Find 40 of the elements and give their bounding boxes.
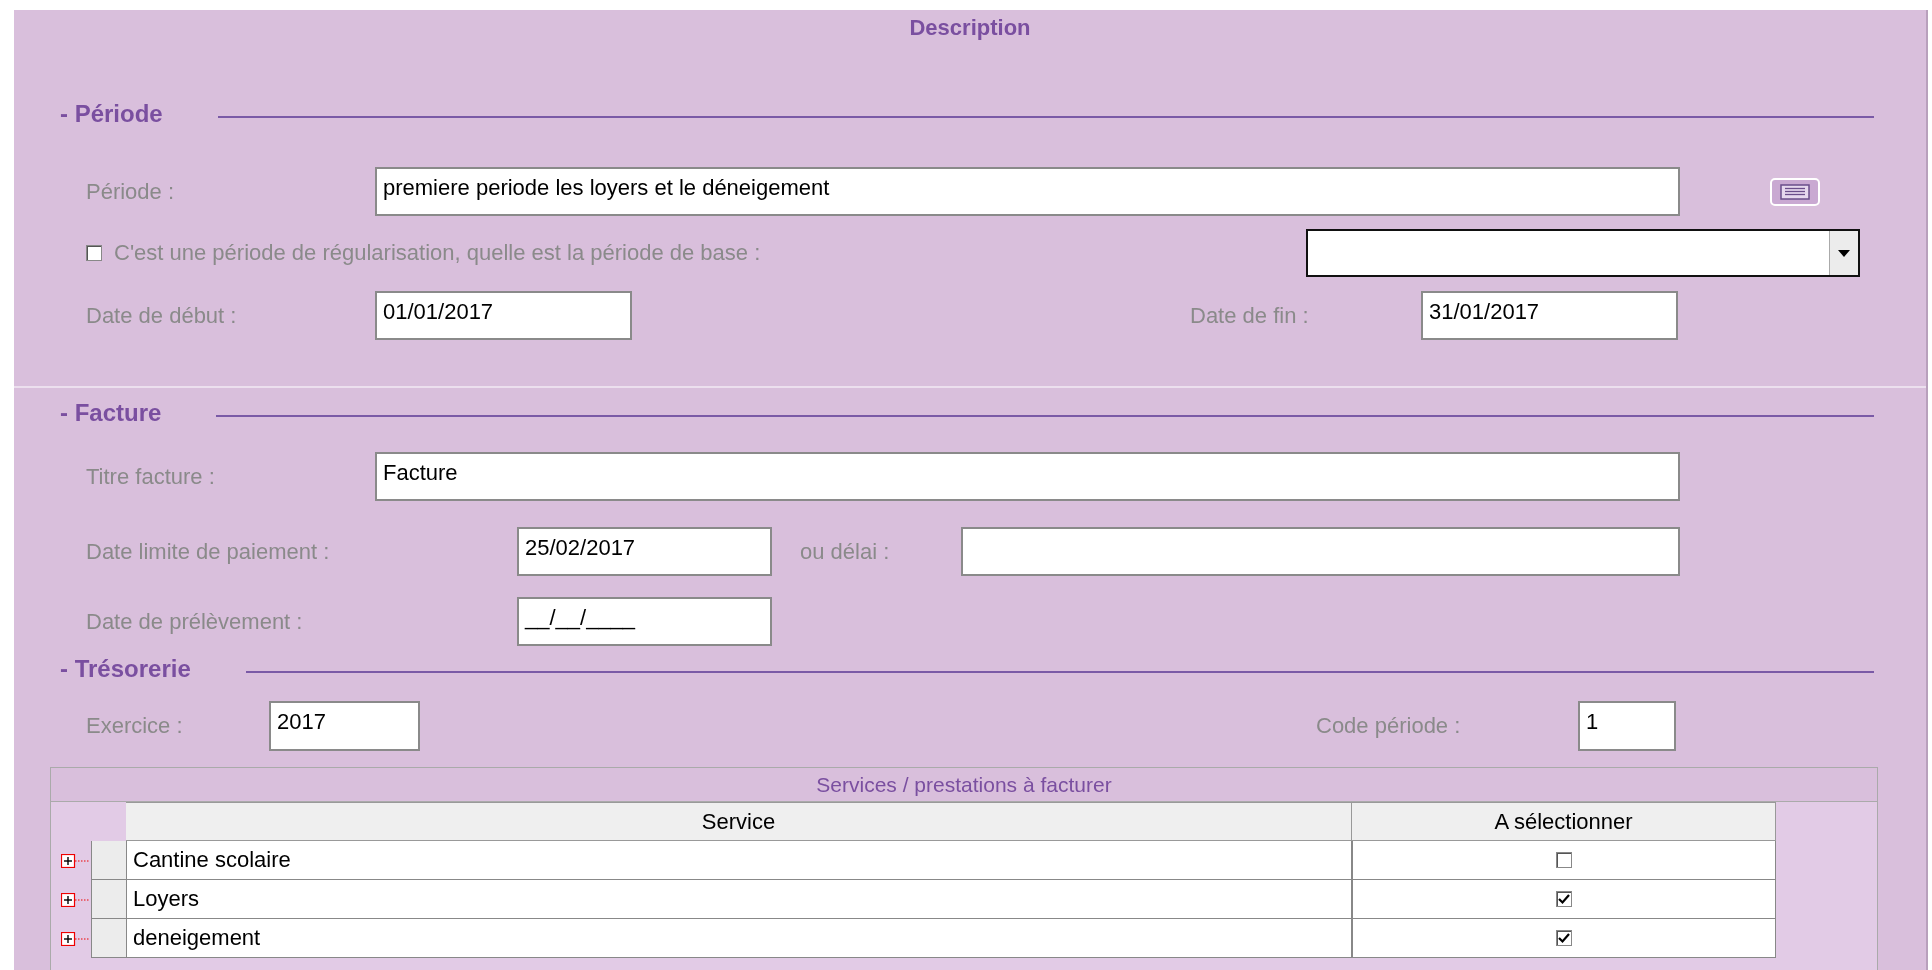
section-heading: - Période — [60, 100, 163, 128]
checkbox[interactable] — [1556, 891, 1572, 907]
group-title: Services / prestations à facturer — [51, 768, 1877, 802]
date-field[interactable]: 25/02/2017 — [517, 527, 772, 576]
section-heading: - Facture — [60, 399, 162, 427]
column-header[interactable]: A sélectionner — [1352, 802, 1776, 841]
field-label: Titre facture : — [86, 463, 216, 490]
expand-icon[interactable] — [61, 931, 89, 946]
field-label: Date de prélèvement : — [86, 608, 304, 635]
input-field[interactable]: 2017 — [269, 701, 420, 751]
expand-icon[interactable] — [61, 853, 89, 868]
column-header[interactable]: Service — [126, 802, 1352, 841]
field-label: Date de début : — [86, 302, 238, 329]
date-field[interactable]: __/__/____ — [517, 597, 772, 646]
checkbox[interactable] — [1556, 852, 1572, 868]
checkbox[interactable] — [1556, 930, 1572, 946]
section-heading: - Trésorerie — [60, 655, 191, 683]
dropdown[interactable] — [1306, 229, 1860, 277]
input-field[interactable]: Facture — [375, 452, 1680, 501]
field-label: Période : — [86, 178, 176, 205]
field-label: ou délai : — [800, 538, 891, 565]
table-cell: Cantine scolaire — [126, 841, 1352, 880]
date-field[interactable]: 01/01/2017 — [375, 291, 632, 340]
input-field[interactable]: premiere periode les loyers et le déneigement — [375, 167, 1680, 216]
field-label: Exercice : — [86, 713, 184, 739]
expand-icon[interactable] — [61, 892, 89, 907]
table-cell: deneigement — [126, 919, 1352, 958]
input-field[interactable] — [961, 527, 1680, 576]
list-icon — [1780, 183, 1810, 200]
field-label: Date limite de paiement : — [86, 538, 331, 565]
panel-title: Description — [909, 14, 1031, 42]
table-cell: Loyers — [126, 880, 1352, 919]
field-label: Code période : — [1316, 713, 1462, 739]
caret-icon — [1838, 249, 1850, 257]
checkbox[interactable] — [86, 245, 102, 261]
input-field[interactable]: 1 — [1578, 701, 1676, 751]
date-field[interactable]: 31/01/2017 — [1421, 291, 1678, 340]
list-button[interactable] — [1770, 177, 1820, 206]
field-label: Date de fin : — [1190, 302, 1310, 329]
checkbox-label: C'est une période de régularisation, quelle est la période de base : — [114, 240, 761, 266]
